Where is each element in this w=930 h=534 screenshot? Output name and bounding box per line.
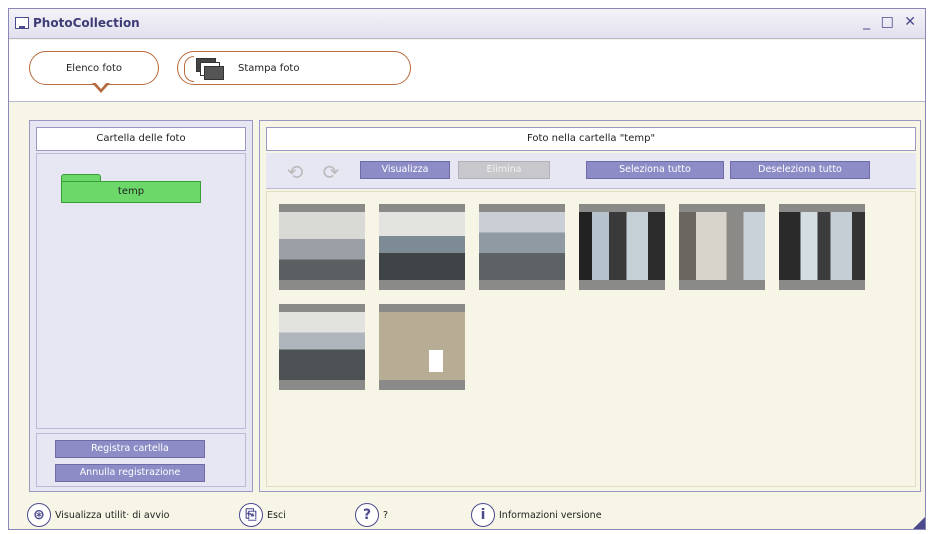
folder-panel: Cartella delle foto temp Registra cartel…	[29, 120, 253, 492]
tab-print-photos-label: Stampa foto	[238, 63, 300, 74]
photo-thumbnail[interactable]	[379, 204, 465, 290]
select-all-button[interactable]: Seleziona tutto	[586, 161, 724, 179]
photo-toolbar: ⟲ ⟳ Visualizza Elimina Seleziona tutto D…	[266, 153, 916, 189]
maximize-icon[interactable]: □	[881, 14, 897, 30]
help-icon: ?	[355, 503, 379, 527]
photo-grid	[266, 191, 916, 487]
folder-actions: Registra cartella Annulla registrazione	[36, 433, 246, 487]
photo-thumbnail[interactable]	[579, 204, 665, 290]
tab-print-photos[interactable]: Stampa foto	[177, 51, 411, 85]
tab-photo-list-label: Elenco foto	[65, 63, 123, 74]
tab-bar: Elenco foto Stampa foto	[9, 40, 925, 102]
folder-list: temp	[36, 153, 246, 429]
photo-thumbnail[interactable]	[379, 304, 465, 390]
minimize-icon[interactable]: _	[863, 14, 873, 30]
title-bar[interactable]: PhotoCollection _ □ ✕	[9, 9, 925, 39]
photo-panel-header: Foto nella cartella "temp"	[266, 127, 916, 151]
photo-thumbnail[interactable]	[279, 204, 365, 290]
folder-item-temp[interactable]: temp	[61, 174, 201, 204]
unregister-folder-button[interactable]: Annulla registrazione	[55, 464, 205, 482]
photo-panel: Foto nella cartella "temp" ⟲ ⟳ Visualizz…	[259, 120, 921, 492]
tab-bracket	[184, 56, 194, 82]
close-icon[interactable]: ✕	[904, 14, 919, 30]
startup-utility-button[interactable]: ⊛ Visualizza utilit· di avvio	[27, 503, 169, 527]
exit-label: Esci	[267, 509, 286, 521]
startup-utility-label: Visualizza utilit· di avvio	[55, 509, 170, 521]
photo-thumbnail[interactable]	[679, 204, 765, 290]
window-title: PhotoCollection	[33, 16, 140, 30]
app-window: PhotoCollection _ □ ✕ Elenco foto Stampa…	[8, 8, 926, 530]
view-button[interactable]: Visualizza	[360, 161, 450, 179]
deselect-all-button[interactable]: Deseleziona tutto	[730, 161, 870, 179]
help-button[interactable]: ? ?	[355, 503, 388, 527]
folder-panel-header: Cartella delle foto	[36, 127, 246, 151]
rotate-left-icon[interactable]: ⟲	[284, 161, 306, 183]
version-info-button[interactable]: i Informazioni versione	[471, 503, 602, 527]
help-label: ?	[383, 509, 389, 521]
photo-stack-icon	[196, 58, 224, 80]
register-folder-button[interactable]: Registra cartella	[55, 440, 205, 458]
active-tab-pointer	[92, 81, 110, 93]
tab-photo-list[interactable]: Elenco foto	[29, 51, 159, 93]
window-controls: _ □ ✕	[863, 14, 919, 30]
grid-globe-icon: ⊛	[27, 503, 51, 527]
version-info-label: Informazioni versione	[499, 509, 602, 521]
delete-button[interactable]: Elimina	[458, 161, 550, 179]
folder-label: temp	[61, 181, 201, 203]
info-icon: i	[471, 503, 495, 527]
rotate-right-icon[interactable]: ⟳	[320, 161, 342, 183]
bottom-bar: ⊛ Visualizza utilit· di avvio ⎘ Esci ? ?…	[9, 501, 925, 529]
photo-thumbnail[interactable]	[479, 204, 565, 290]
resize-grip-icon[interactable]	[913, 517, 925, 529]
exit-button[interactable]: ⎘ Esci	[239, 503, 286, 527]
exit-door-icon: ⎘	[239, 503, 263, 527]
app-icon	[15, 17, 29, 29]
photo-thumbnail[interactable]	[779, 204, 865, 290]
photo-thumbnail[interactable]	[279, 304, 365, 390]
